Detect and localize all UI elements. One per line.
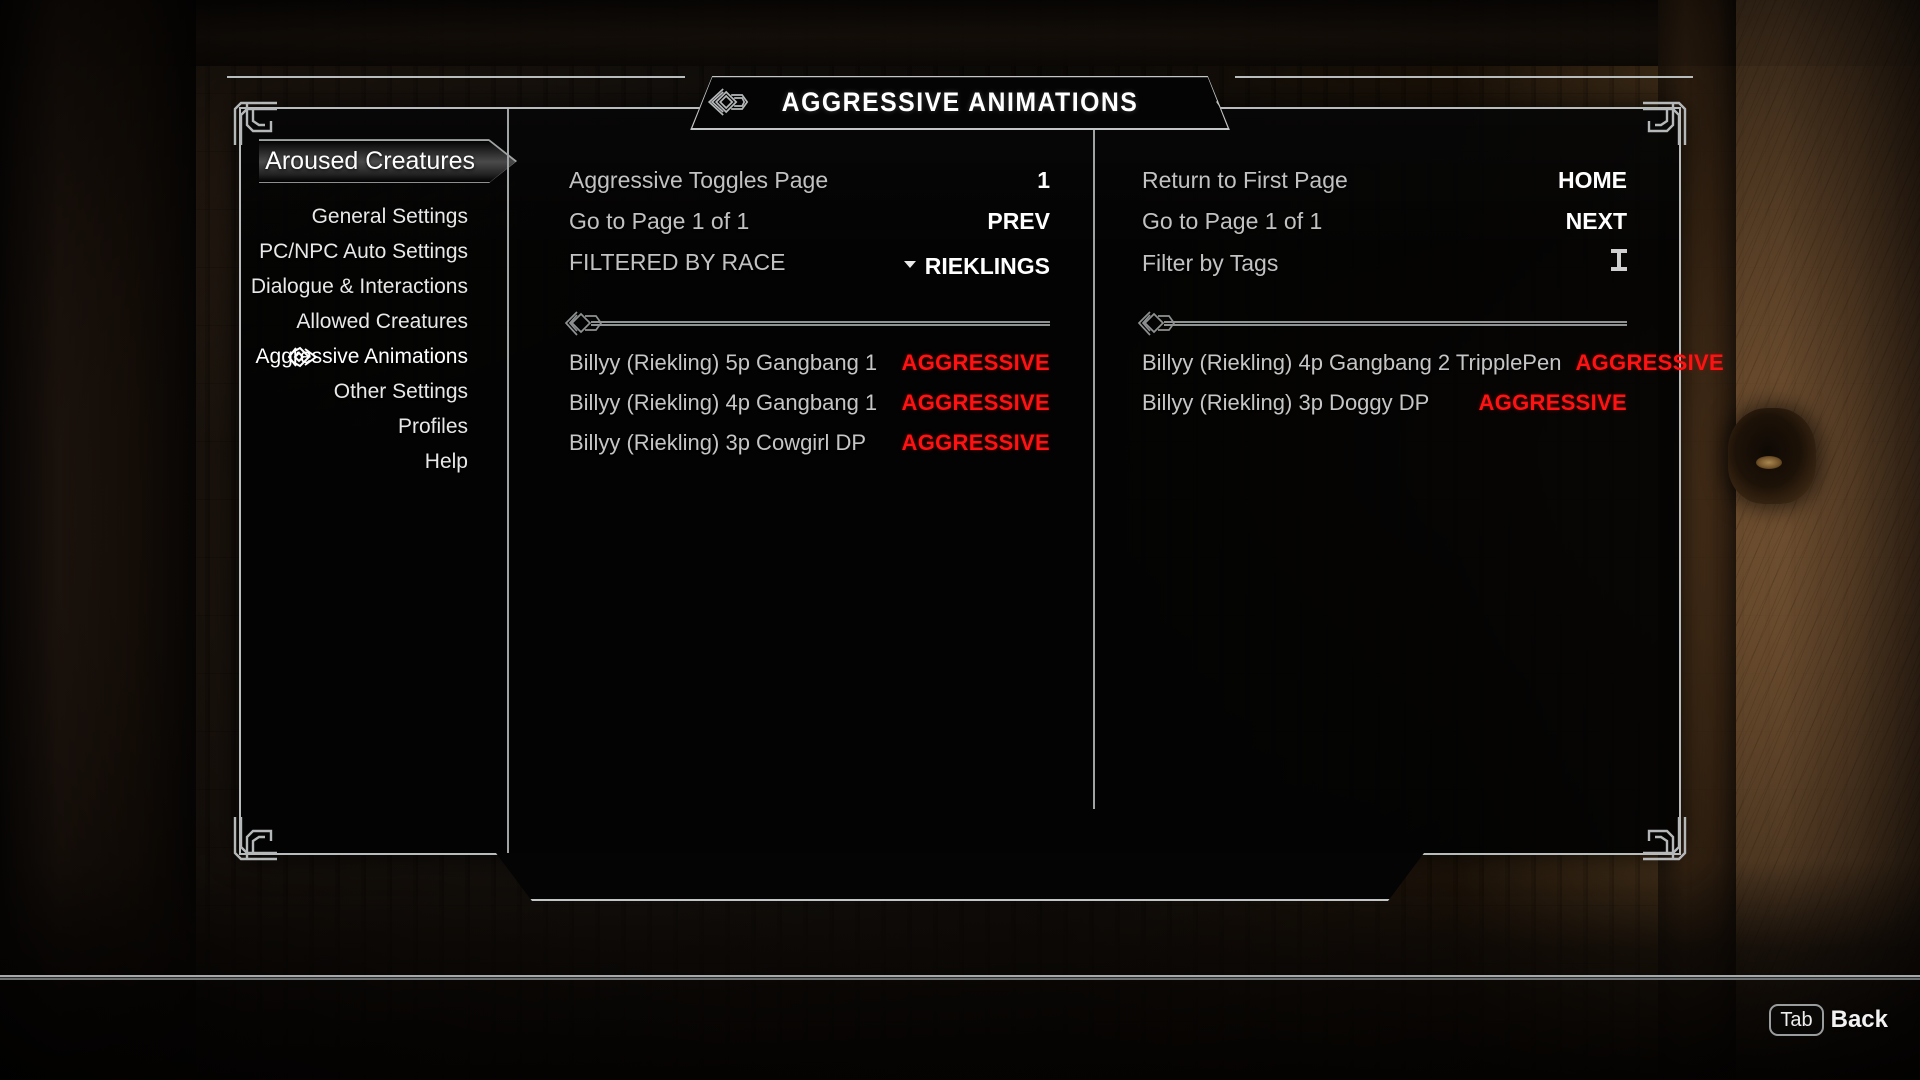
sidebar-menu-list: General Settings PC/NPC Auto Settings Di… <box>241 199 507 479</box>
sidebar-item-other-settings[interactable]: Other Settings <box>241 374 507 409</box>
text-cursor-icon[interactable] <box>1611 249 1627 271</box>
option-label: FILTERED BY RACE <box>569 249 786 275</box>
option-filter-by-tags[interactable]: Filter by Tags <box>1142 249 1627 290</box>
selected-marker-icon <box>285 344 319 370</box>
animation-state-badge: AGGRESSIVE <box>901 430 1050 455</box>
animation-state-badge: AGGRESSIVE <box>901 390 1050 415</box>
option-label: Filter by Tags <box>1142 250 1279 276</box>
header-rule-left <box>227 76 685 78</box>
mcm-content-area: Aggressive Toggles Page 1 Go to Page 1 o… <box>509 109 1724 853</box>
animation-name: Billyy (Riekling) 4p Gangbang 2 TrippleP… <box>1142 350 1562 375</box>
sidebar-item-allowed-creatures[interactable]: Allowed Creatures <box>241 304 507 339</box>
divider-lines <box>1164 321 1627 326</box>
animation-name: Billyy (Riekling) 3p Doggy DP <box>1142 390 1430 415</box>
divider-lines <box>591 321 1050 326</box>
option-filtered-by-race[interactable]: FILTERED BY RACE RIEKLINGS <box>569 249 1050 290</box>
mod-name-label: Aroused Creatures <box>265 146 475 175</box>
animation-state-badge: AGGRESSIVE <box>1575 350 1724 375</box>
header-rule-right <box>1235 76 1693 78</box>
back-label: Back <box>1830 1006 1888 1033</box>
knot-ornament-right-icon <box>1170 87 1214 117</box>
option-value: RIEKLINGS <box>924 253 1050 279</box>
chevron-down-icon[interactable] <box>903 261 916 268</box>
sidebar-item-aggressive-animations[interactable]: Aggressive Animations <box>241 339 507 374</box>
animation-row[interactable]: Billyy (Riekling) 4p Gangbang 2 TrippleP… <box>1142 350 1724 390</box>
menu-title-plate: AGGRESSIVE ANIMATIONS <box>690 76 1230 130</box>
option-value: PREV <box>987 208 1050 234</box>
right-column: Return to First Page HOME Go to Page 1 o… <box>1094 167 1724 430</box>
mcm-menu-panel: AGGRESSIVE ANIMATIONS Aroused Creatures … <box>227 76 1724 855</box>
sidebar-item-label: PC/NPC Auto Settings <box>259 239 468 263</box>
animation-name: Billyy (Riekling) 4p Gangbang 1 <box>569 390 878 415</box>
mcm-sidebar: Aroused Creatures General Settings PC/NP… <box>241 109 507 853</box>
option-value: HOME <box>1558 167 1627 193</box>
animation-row[interactable]: Billyy (Riekling) 3p Cowgirl DP AGGRESSI… <box>569 430 1050 470</box>
option-return-to-first-page[interactable]: Return to First Page HOME <box>1142 167 1627 208</box>
left-list-divider <box>564 306 1050 340</box>
sidebar-item-dialogue-and-interactions[interactable]: Dialogue & Interactions <box>241 269 507 304</box>
option-value-wrapper: RIEKLINGS <box>903 253 1050 280</box>
option-value: NEXT <box>1565 208 1627 234</box>
option-value-wrapper <box>1611 249 1627 271</box>
sidebar-item-pc-npc-auto-settings[interactable]: PC/NPC Auto Settings <box>241 234 507 269</box>
hud-back-control[interactable]: Tab Back <box>1769 1004 1888 1036</box>
animation-name: Billyy (Riekling) 5p Gangbang 1 <box>569 350 878 375</box>
animation-name: Billyy (Riekling) 3p Cowgirl DP <box>569 430 867 455</box>
animation-row[interactable]: Billyy (Riekling) 3p Doggy DP AGGRESSIVE <box>1142 390 1627 430</box>
option-label: Return to First Page <box>1142 167 1348 193</box>
option-go-to-page-prev[interactable]: Go to Page 1 of 1 PREV <box>569 208 1050 249</box>
sidebar-item-label: Profiles <box>397 414 468 438</box>
hud-separator-line <box>0 975 1920 980</box>
right-list-divider <box>1137 306 1627 340</box>
option-value: 1 <box>1037 167 1050 193</box>
game-screen: AGGRESSIVE ANIMATIONS Aroused Creatures … <box>0 0 1920 1080</box>
animation-row[interactable]: Billyy (Riekling) 5p Gangbang 1 AGGRESSI… <box>569 350 1050 390</box>
option-label: Go to Page 1 of 1 <box>569 208 750 234</box>
sidebar-item-label: Other Settings <box>333 379 468 403</box>
option-label: Aggressive Toggles Page <box>569 167 829 193</box>
animation-state-badge: AGGRESSIVE <box>901 350 1050 375</box>
sidebar-item-label: Dialogue & Interactions <box>250 274 468 298</box>
option-go-to-page-next[interactable]: Go to Page 1 of 1 NEXT <box>1142 208 1627 249</box>
tab-key-cap: Tab <box>1769 1004 1824 1036</box>
option-label: Go to Page 1 of 1 <box>1142 208 1323 234</box>
knot-ornament-left-icon <box>706 87 750 117</box>
left-column: Aggressive Toggles Page 1 Go to Page 1 o… <box>509 167 1094 470</box>
mod-name-banner[interactable]: Aroused Creatures <box>259 139 517 183</box>
sidebar-item-label: Allowed Creatures <box>296 309 468 333</box>
page-title: AGGRESSIVE ANIMATIONS <box>781 86 1139 117</box>
animation-row[interactable]: Billyy (Riekling) 4p Gangbang 1 AGGRESSI… <box>569 390 1050 430</box>
sidebar-item-general-settings[interactable]: General Settings <box>241 199 507 234</box>
sidebar-item-label: General Settings <box>311 204 468 228</box>
sidebar-item-profiles[interactable]: Profiles <box>241 409 507 444</box>
animation-state-badge: AGGRESSIVE <box>1478 390 1627 415</box>
sidebar-item-help[interactable]: Help <box>241 444 507 479</box>
option-aggressive-toggles-page[interactable]: Aggressive Toggles Page 1 <box>569 167 1050 208</box>
panel-bottom-tab <box>460 853 1460 901</box>
sidebar-item-label: Help <box>424 449 468 473</box>
